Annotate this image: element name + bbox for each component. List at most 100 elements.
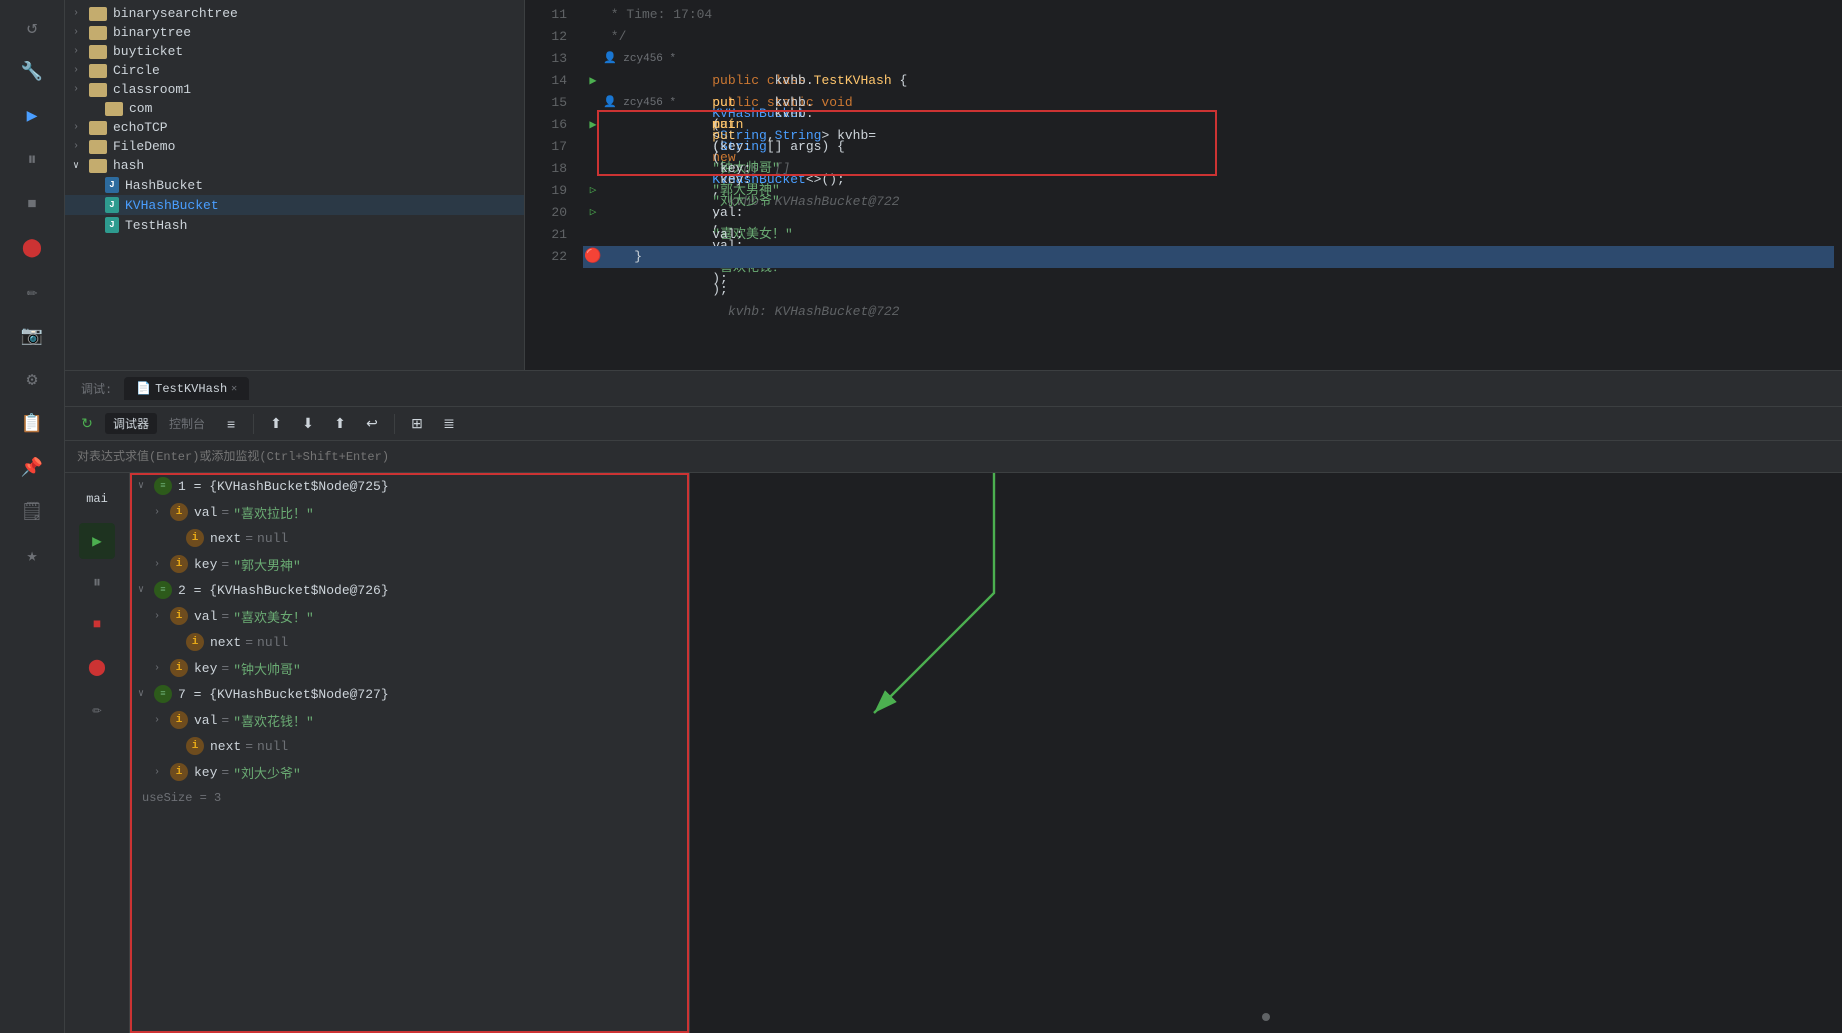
var-value-key1: "郭大男神"	[233, 555, 301, 574]
sidebar-edit-icon[interactable]: ✏	[12, 272, 52, 312]
debug-side-pause2-btn[interactable]: ⏸	[79, 565, 115, 601]
tree-item-label: binarytree	[113, 25, 191, 40]
tree-item-binarysearchtree[interactable]: › binarysearchtree	[65, 4, 524, 23]
var-node-2-header[interactable]: ∨ ≡ 2 = {KVHashBucket$Node@726}	[130, 577, 689, 603]
var-footer: useSize = 3	[130, 785, 689, 811]
file-icon-th: J	[105, 217, 119, 233]
var-key-1[interactable]: › i key = "郭大男神"	[130, 551, 689, 577]
sidebar-run-icon[interactable]: ▶	[12, 96, 52, 136]
tree-item-hashbucket[interactable]: J HashBucket	[65, 175, 524, 195]
sidebar-stop-icon[interactable]: ⏹	[12, 184, 52, 224]
var-next-7[interactable]: i next = null	[130, 733, 689, 759]
debug-left-panel: mai ▶ ⏸ ⏹ ⬤ ✏	[65, 473, 130, 1033]
toolbar-watches-btn[interactable]: ≣	[435, 411, 463, 437]
var-val-7[interactable]: › i val = "喜欢花钱！"	[130, 707, 689, 733]
code-area: * Time: 17:04 */ 👤 zcy456 *	[575, 0, 1842, 370]
toolbar-resume-btn[interactable]: ↻	[73, 411, 101, 437]
folder-icon-file	[89, 140, 107, 154]
var-name-val7: val	[194, 713, 217, 728]
code-line-20: 🔴 }	[583, 246, 1834, 268]
debug-tab-active[interactable]: 📄 TestKVHash ✕	[124, 377, 249, 400]
line-numbers: 11 12 13 14 15 16 17 18 19 20 21 22	[525, 0, 575, 370]
debug-side-red-btn[interactable]: ⬤	[79, 649, 115, 685]
var-key-2[interactable]: › i key = "钟大帅哥"	[130, 655, 689, 681]
debug-side-stop-btn[interactable]: ⏹	[79, 607, 115, 643]
var-arrow-2: ∨	[138, 584, 154, 596]
sidebar-clipboard-icon[interactable]: 📋	[12, 404, 52, 444]
var-val-1[interactable]: › i val = "喜欢拉比！"	[130, 499, 689, 525]
tree-item-testhash[interactable]: J TestHash	[65, 215, 524, 235]
tree-item-kvhashbucket[interactable]: J KVHashBucket	[65, 195, 524, 215]
var-node-1-header[interactable]: ∨ ≡ 1 = {KVHashBucket$Node@725}	[130, 473, 689, 499]
folder-icon-hash	[89, 159, 107, 173]
toolbar-step-out-btn[interactable]: ⬆	[326, 411, 354, 437]
file-icon-kvhb: J	[105, 197, 119, 213]
var-icon-list-1: ≡	[154, 477, 172, 495]
tree-item-binarytree[interactable]: › binarytree	[65, 23, 524, 42]
tree-item-label: com	[129, 101, 152, 116]
var-node-7-header[interactable]: ∨ ≡ 7 = {KVHashBucket$Node@727}	[130, 681, 689, 707]
folder-icon-cr	[89, 83, 107, 97]
sidebar-note-icon[interactable]: 🗒	[12, 492, 52, 532]
var-next-1[interactable]: i next = null	[130, 525, 689, 551]
var-name-next2: next	[210, 635, 241, 650]
sidebar-settings-icon[interactable]: ⚙	[12, 360, 52, 400]
var-name-val1: val	[194, 505, 217, 520]
sidebar-pause-icon[interactable]: ⏸	[12, 140, 52, 180]
var-next-2[interactable]: i next = null	[130, 629, 689, 655]
toolbar-step-into-btn[interactable]: ⬇	[294, 411, 322, 437]
var-key-7[interactable]: › i key = "刘大少爷"	[130, 759, 689, 785]
tree-item-com[interactable]: com	[65, 99, 524, 118]
code-line-21	[583, 268, 1834, 290]
tree-item-buyticket[interactable]: › buyticket	[65, 42, 524, 61]
green-arrow-svg	[690, 473, 1842, 1033]
toolbar-run-to-cursor-btn[interactable]: ↩	[358, 411, 386, 437]
tab-close-btn[interactable]: ✕	[231, 383, 237, 395]
sidebar-camera-icon[interactable]: 📷	[12, 316, 52, 356]
sidebar-refresh-icon[interactable]: ↺	[12, 8, 52, 48]
debug-expression-input[interactable]	[77, 450, 1830, 464]
debug-side-main-btn[interactable]: mai	[79, 481, 115, 517]
var-name-next1: next	[210, 531, 241, 546]
sidebar-breakpoint-icon[interactable]: ⬤	[12, 228, 52, 268]
toolbar-sep-2	[394, 414, 395, 434]
tree-item-filedemo[interactable]: › FileDemo	[65, 137, 524, 156]
toolbar-list-btn[interactable]: ≡	[217, 411, 245, 437]
debug-side-run-btn[interactable]: ▶	[79, 523, 115, 559]
folder-icon-com	[105, 102, 123, 116]
toolbar-tab-debug[interactable]: 调试器	[105, 413, 157, 434]
toolbar-frames-btn[interactable]: ⊞	[403, 411, 431, 437]
var-value-1: "喜欢拉比！"	[233, 503, 314, 522]
code-line-22	[583, 290, 1834, 312]
tree-item-echotcp[interactable]: › echoTCP	[65, 118, 524, 137]
line-marker-14: ▶	[583, 114, 603, 136]
toolbar-tab-console[interactable]: 控制台	[161, 411, 213, 436]
debug-label: 调试:	[73, 376, 120, 401]
file-icon-hb: J	[105, 177, 119, 193]
var-eq-next7: =	[245, 739, 253, 754]
var-name-val2: val	[194, 609, 217, 624]
tree-item-classroom1[interactable]: › classroom1	[65, 80, 524, 99]
var-value-7: "喜欢花钱！"	[233, 711, 314, 730]
tree-item-circle[interactable]: › Circle	[65, 61, 524, 80]
var-value-key2: "钟大帅哥"	[233, 659, 301, 678]
var-icon-orange-next2: i	[186, 633, 204, 651]
line-marker-20: 🔴	[583, 246, 603, 268]
tree-item-label: binarysearchtree	[113, 6, 238, 21]
var-name-next7: next	[210, 739, 241, 754]
var-eq-key7: =	[221, 765, 229, 780]
folder-icon-buy	[89, 45, 107, 59]
var-arrow-key-2: ›	[154, 663, 170, 674]
var-name-key7: key	[194, 765, 217, 780]
sidebar-wrench-icon[interactable]: 🔧	[12, 52, 52, 92]
toolbar-step-over-btn[interactable]: ⬆	[262, 411, 290, 437]
tree-item-hash[interactable]: ∨ hash	[65, 156, 524, 175]
sidebar-star-icon[interactable]: ★	[12, 536, 52, 576]
debug-side-edit2-btn[interactable]: ✏	[79, 691, 115, 727]
sidebar: ↺ 🔧 ▶ ⏸ ⏹ ⬤ ✏ 📷 ⚙ 📋 📌 🗒 ★	[0, 0, 65, 1033]
var-arrow-1: ∨	[138, 480, 154, 492]
var-val-2[interactable]: › i val = "喜欢美女！"	[130, 603, 689, 629]
debug-panel: 调试: 📄 TestKVHash ✕ ↻ 调试器 控制台 ≡ ⬆ ⬇ ⬆ ↩ ⊞…	[65, 370, 1842, 1033]
main-layout: › binarysearchtree › binarytree › buytic…	[65, 0, 1842, 1033]
sidebar-pin-icon[interactable]: 📌	[12, 448, 52, 488]
